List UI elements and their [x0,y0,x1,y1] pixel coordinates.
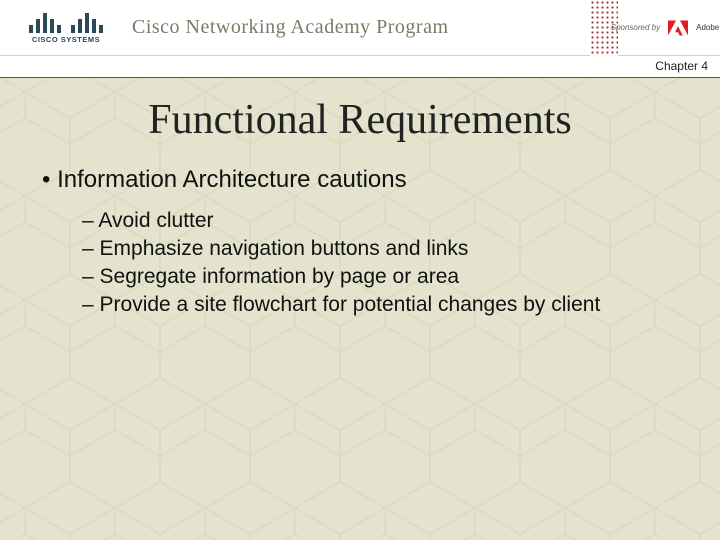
slide-content: Functional Requirements Information Arch… [0,78,720,319]
sponsor-name: Adobe [696,23,719,32]
sponsor-label: Sponsored by [611,23,660,32]
bullet-level2: Emphasize navigation buttons and links [82,236,684,263]
bullet-level2: Segregate information by page or area [82,264,684,291]
bullet-level2: Avoid clutter [82,208,684,235]
sub-bullet-list: Avoid clutter Emphasize navigation butto… [82,208,684,319]
bullet-level1: Information Architecture cautions [42,166,684,194]
adobe-logo-icon [668,18,688,38]
bullet-level2: Provide a site flowchart for potential c… [82,292,684,319]
program-title: Cisco Networking Academy Program [132,16,590,39]
cisco-logo-text: CISCO SYSTEMS [20,35,112,44]
chapter-label: Chapter 4 [0,56,720,73]
slide-header: CISCO SYSTEMS Cisco Networking Academy P… [0,0,720,78]
sponsor-block: Sponsored by Adobe [590,0,720,56]
header-top-row: CISCO SYSTEMS Cisco Networking Academy P… [0,0,720,56]
slide-title: Functional Requirements [36,96,684,144]
cisco-logo: CISCO SYSTEMS [20,7,112,49]
